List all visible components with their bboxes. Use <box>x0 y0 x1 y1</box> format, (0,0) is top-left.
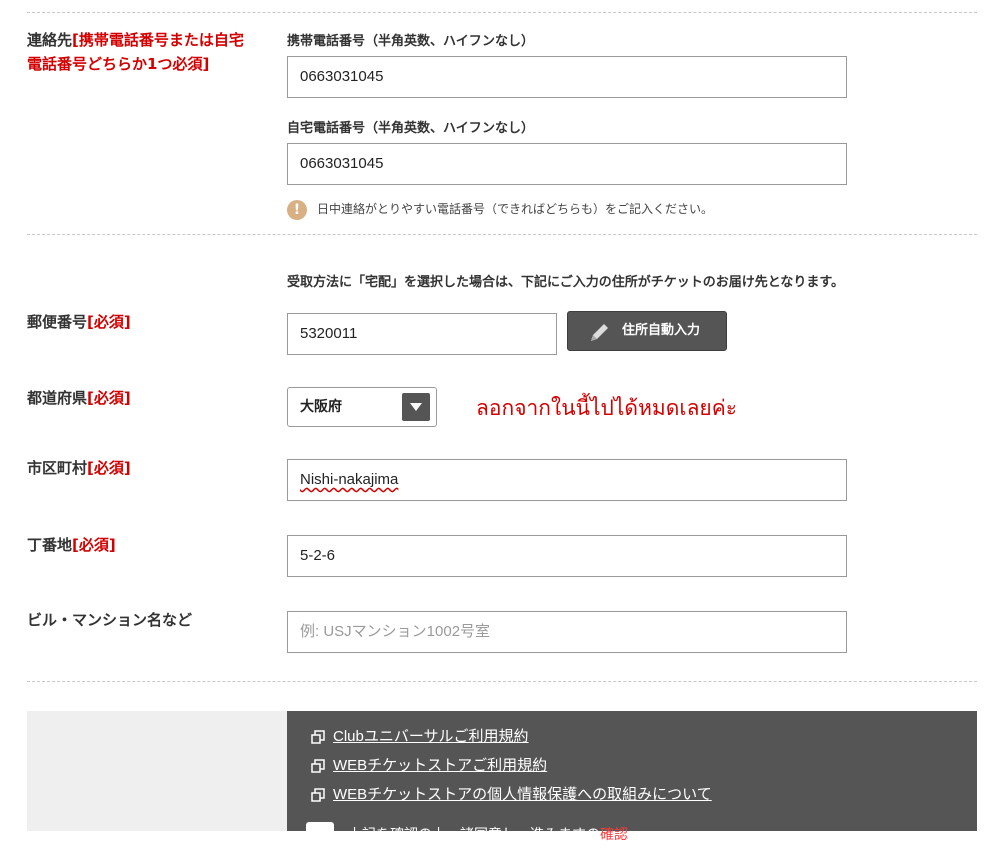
postal-code-input[interactable]: 5320011 <box>287 313 557 355</box>
external-link-icon <box>311 788 325 802</box>
city-input[interactable]: Nishi-nakajima <box>287 459 847 501</box>
required-badge: [必須] <box>72 536 116 554</box>
postal-label-text: 郵便番号 <box>27 313 88 331</box>
agree-highlight: 確認 <box>600 827 628 843</box>
prefecture-selected-value: 大阪府 <box>300 399 342 415</box>
street-label-text: 丁番地 <box>27 536 73 554</box>
external-link-icon <box>311 759 325 773</box>
street-label: 丁番地[必須] <box>27 533 116 557</box>
contact-note: ! 日中連絡がとりやすい電話番号（できればどちらも）をご記入ください。 <box>287 199 713 220</box>
terms-link-club[interactable]: Clubユニバーサルご利用規約 <box>333 727 529 747</box>
divider <box>27 234 977 235</box>
external-link-icon <box>311 730 325 744</box>
address-notice: 受取方法に「宅配」を選択した場合は、下記にご入力の住所がチケットのお届け先となり… <box>287 275 845 290</box>
mobile-phone-input[interactable]: 0663031045 <box>287 56 847 98</box>
city-label: 市区町村[必須] <box>27 456 131 480</box>
divider <box>27 681 977 682</box>
auto-fill-label: 住所自動入力 <box>622 323 701 338</box>
postal-label: 郵便番号[必須] <box>27 310 131 334</box>
mobile-label: 携帯電話番号（半角英数、ハイフンなし） <box>287 34 535 49</box>
contact-label: 連絡先[携帯電話番号または自宅電話番号どちらか1つ必須] <box>27 28 252 76</box>
address-auto-fill-button[interactable]: 住所自動入力 <box>567 311 727 351</box>
contact-note-text: 日中連絡がとりやすい電話番号（できればどちらも）をご記入ください。 <box>317 202 714 216</box>
city-input-value: Nishi-nakajima <box>300 471 399 488</box>
agree-text-main: 上記を確認の上、諸同意し、進みますの <box>348 827 600 843</box>
required-badge: [必須] <box>87 459 131 477</box>
thai-annotation: ลอกจากในนี้ไปได้หมดเลยค่ะ <box>476 396 738 420</box>
prefecture-label: 都道府県[必須] <box>27 386 131 410</box>
chevron-down-icon <box>402 393 430 421</box>
prefecture-label-text: 都道府県 <box>27 389 88 407</box>
building-input[interactable]: 例: USJマンション1002号室 <box>287 611 847 653</box>
home-phone-label: 自宅電話番号（半角英数、ハイフンなし） <box>287 121 535 136</box>
building-label: ビル・マンション名など <box>27 611 193 629</box>
terms-side-panel <box>27 711 287 831</box>
divider <box>27 12 977 13</box>
contact-label-text: 連絡先 <box>27 31 73 49</box>
terms-link-privacy[interactable]: WEBチケットストアの個人情報保護への取組みについて <box>333 785 712 805</box>
agree-text: 上記を確認の上、諸同意し、進みますの確認 <box>348 824 628 844</box>
terms-link-webstore[interactable]: WEBチケットストアご利用規約 <box>333 756 547 776</box>
required-badge: [必須] <box>87 313 131 331</box>
pencil-icon <box>591 324 608 341</box>
home-phone-input[interactable]: 0663031045 <box>287 143 847 185</box>
warning-icon: ! <box>287 199 307 220</box>
required-badge: [必須] <box>87 389 131 407</box>
prefecture-select[interactable]: 大阪府 <box>287 387 437 427</box>
city-label-text: 市区町村 <box>27 459 88 477</box>
agree-checkbox[interactable] <box>306 822 334 850</box>
street-input[interactable]: 5-2-6 <box>287 535 847 577</box>
